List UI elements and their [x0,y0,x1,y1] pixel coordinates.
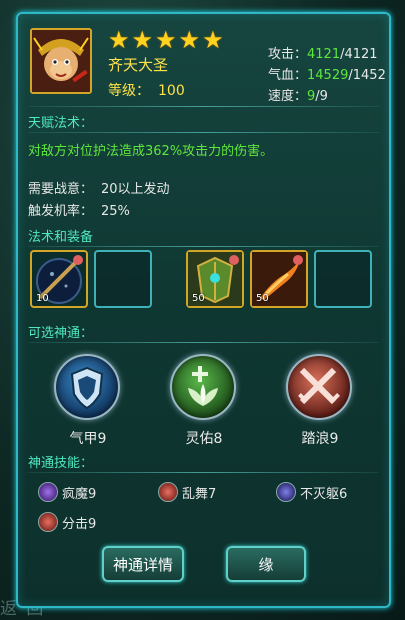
split-strike-icon [38,512,58,532]
skill-item[interactable]: 乱舞7 [158,482,216,502]
attack-stat: 攻击：4121/4121 [268,44,386,65]
hp-max: /1452 [348,68,386,83]
skill-label: 分击9 [62,516,97,532]
hp-label: 气血： [268,68,308,83]
divine-option-label: 气甲9 [69,431,107,447]
hp-current: 14529 [307,68,349,83]
divider [28,106,379,107]
slot-count: 50 [192,293,205,304]
equipment-slot-empty[interactable] [314,250,372,308]
attack-max: /4121 [340,47,378,62]
sword-dance-icon [158,482,178,502]
skill-item[interactable]: 分击9 [38,512,96,532]
hero-stats: 攻击：4121/4121 气血：14529/1452 速度：9/9 [268,44,386,107]
divine-detail-button[interactable]: 神通详情 [102,546,184,582]
slot-count: 10 [36,293,49,304]
star-icon: ★ [131,26,154,54]
hero-info-panel: ★ ★ ★ ★ ★ 齐天大圣 等级： 100 攻击：4121/4121 气血：14… [16,12,391,608]
frenzy-icon [38,482,58,502]
monkey-king-icon [32,30,90,92]
divider [28,246,379,247]
equipment-slot-empty[interactable] [94,250,152,308]
requirement-label: 需要战意： [28,182,94,197]
equipment-slot[interactable]: 50 [186,250,244,308]
speed-label: 速度： [268,89,308,104]
skill-label: 乱舞7 [182,486,217,502]
attack-label: 攻击： [268,47,308,62]
skill-item[interactable]: 疯魔9 [38,482,96,502]
lotus-heal-icon [188,366,218,406]
equipment-title: 法术和装备 [28,230,94,245]
attack-current: 4121 [307,47,341,62]
shield-icon [70,366,104,410]
divider [28,132,379,133]
speed-stat: 速度：9/9 [268,86,386,107]
skill-label: 不灭躯6 [300,486,348,502]
immortal-body-icon [276,482,296,502]
level-value: 100 [158,83,185,99]
slot-count: 50 [256,293,269,304]
fate-button[interactable]: 缘 [226,546,306,582]
hp-stat: 气血：14529/1452 [268,65,386,86]
hero-level: 等级： 100 [108,80,185,100]
talent-title: 天赋法术： [28,116,94,131]
divine-option-shield[interactable] [54,354,120,420]
talent-description: 对敌方对位护法造成362%攻击力的伤害。 [28,144,274,159]
requirement-row: 需要战意： 20以上发动 [28,178,170,197]
trigger-chance-row: 触发机率： 25% [28,200,130,219]
divine-skills-title: 神通技能： [28,456,94,471]
star-rating: ★ ★ ★ ★ ★ [108,28,224,52]
star-icon: ★ [108,26,130,54]
divine-option-swords[interactable] [286,354,352,420]
divine-options-title: 可选神通： [28,326,94,341]
chance-label: 触发机率： [28,204,94,219]
hero-portrait [30,28,92,94]
chance-value: 25% [101,204,130,219]
star-icon: ★ [202,26,224,54]
divine-option-label: 踏浪9 [301,431,339,447]
divider [28,342,379,343]
star-icon: ★ [178,26,201,54]
equipment-slot[interactable]: 50 [250,250,308,308]
skill-item[interactable]: 不灭躯6 [276,482,347,502]
divine-option-heal[interactable] [170,354,236,420]
divider [28,472,379,473]
requirement-value: 20以上发动 [101,182,170,197]
equipment-slot[interactable]: 10 [30,250,88,308]
star-icon: ★ [155,26,177,54]
skill-label: 疯魔9 [62,486,97,502]
crossed-swords-icon [298,367,340,405]
divine-option-label: 灵佑8 [185,431,223,447]
hero-name: 齐天大圣 [108,56,169,74]
speed-max: /9 [315,89,328,104]
level-label: 等级： [108,83,150,99]
